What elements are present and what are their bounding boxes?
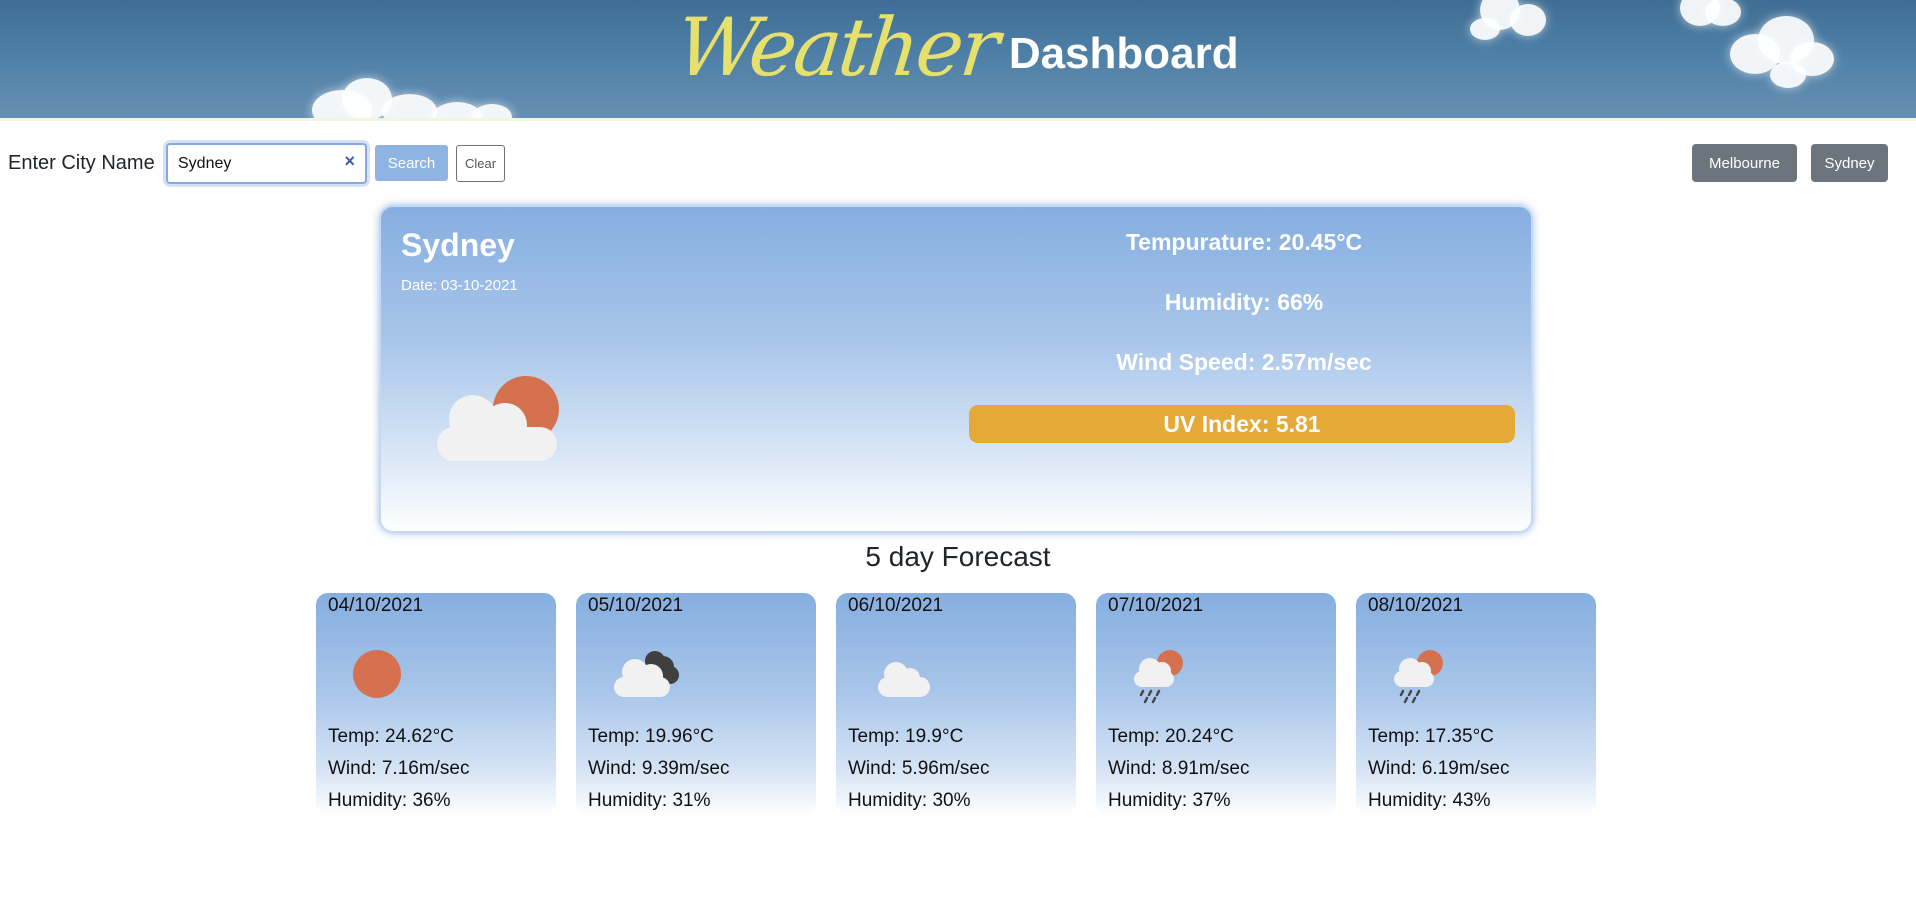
current-date: Date: 03-10-2021 [401,277,518,294]
header-banner: Weather Dashboard [0,0,1916,121]
current-city-name: Sydney [401,227,515,263]
forecast-temp: Temp: 19.9°C [848,726,964,747]
forecast-date: 04/10/2021 [328,595,424,616]
clear-input-icon[interactable]: × [344,152,355,170]
forecast-humidity: Humidity: 43% [1368,790,1491,811]
title-main-text: Dashboard [1008,29,1239,78]
forecast-date: 06/10/2021 [848,595,944,616]
page-title: Weather Dashboard [0,1,1916,94]
search-field[interactable]: × [166,143,367,184]
forecast-wind: Wind: 9.39m/sec [588,758,730,779]
forecast-humidity: Humidity: 37% [1108,790,1231,811]
sun-icon [353,650,401,698]
forecast-wind: Wind: 5.96m/sec [848,758,990,779]
forecast-humidity: Humidity: 31% [588,790,711,811]
sun-rain-cloud-icon [1134,650,1183,704]
uv-index-badge: UV Index: 5.81 [969,405,1515,443]
forecast-humidity: Humidity: 30% [848,790,971,811]
current-temperature: Tempurature: 20.45°C [1125,229,1363,255]
broken-clouds-icon [614,651,679,697]
forecast-date: 05/10/2021 [588,595,684,616]
forecast-temp: Temp: 20.24°C [1108,726,1234,747]
forecast-temp: Temp: 19.96°C [588,726,714,747]
search-button[interactable]: Search [375,145,448,181]
forecast-card: 04/10/2021 Temp: 24.62°C Wind: 7.16m/sec… [316,593,556,815]
forecast-wind: Wind: 6.19m/sec [1368,758,1510,779]
forecast-heading: 5 day Forecast [865,541,1051,572]
forecast-temp: Temp: 17.35°C [1368,726,1494,747]
clear-button[interactable]: Clear [456,145,505,182]
forecast-wind: Wind: 8.91m/sec [1108,758,1250,779]
forecast-card: 07/10/2021 Temp: 20.24°C Wind: 8.91m/sec… [1096,593,1336,815]
city-search-input[interactable] [178,153,328,175]
forecast-card: 05/10/2021 Temp: 19.96°C Wind: 9.39m/sec… [576,593,816,815]
forecast-date: 07/10/2021 [1108,595,1204,616]
history-button-sydney[interactable]: Sydney [1811,144,1888,182]
history-button-melbourne[interactable]: Melbourne [1692,144,1797,182]
current-wind-speed: Wind Speed: 2.57m/sec [1116,349,1372,375]
sun-behind-cloud-icon [437,376,559,461]
forecast-temp: Temp: 24.62°C [328,726,454,747]
forecast-card: 08/10/2021 Temp: 17.35°C Wind: 6.19m/sec… [1356,593,1596,815]
forecast-card: 06/10/2021 Temp: 19.9°C Wind: 5.96m/sec … [836,593,1076,815]
current-weather-card: Sydney Date: 03-10-2021 Tempurature: 20.… [379,205,1533,533]
forecast-wind: Wind: 7.16m/sec [328,758,470,779]
forecast-humidity: Humidity: 36% [328,790,451,811]
title-script-text: Weather [672,1,1002,94]
cloud-icon [878,662,930,697]
forecast-date: 08/10/2021 [1368,595,1464,616]
current-humidity: Humidity: 66% [1164,289,1324,315]
city-input-label: Enter City Name [8,152,155,174]
sun-rain-cloud-icon [1394,650,1443,704]
